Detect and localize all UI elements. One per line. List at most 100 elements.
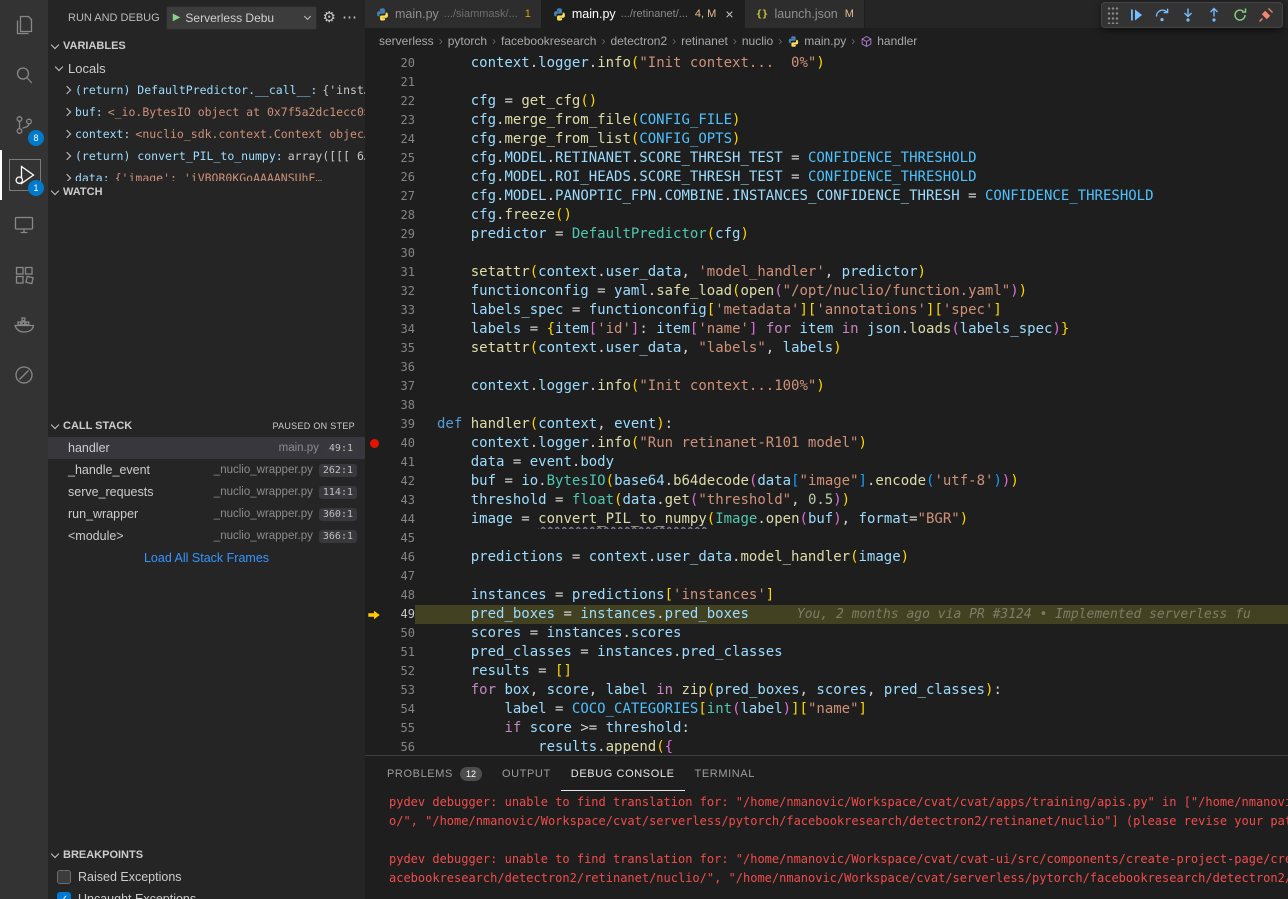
panel-tab-problems[interactable]: PROBLEMS12 bbox=[377, 756, 492, 791]
panel-tab-terminal[interactable]: TERMINAL bbox=[685, 756, 765, 791]
gutter-glyph-margin[interactable] bbox=[365, 320, 385, 339]
gutter-glyph-margin[interactable] bbox=[365, 491, 385, 510]
gutter-glyph-margin[interactable] bbox=[365, 738, 385, 755]
code-editor[interactable]: 20 context.logger.info("Init context... … bbox=[365, 54, 1288, 755]
variable-row[interactable]: (return) DefaultPredictor.__call__:{'ins… bbox=[48, 79, 365, 101]
gutter-glyph-margin[interactable] bbox=[365, 339, 385, 358]
variables-scope-row[interactable]: Locals bbox=[48, 57, 365, 79]
panel-tab-debug-console[interactable]: DEBUG CONSOLE bbox=[561, 756, 685, 791]
more-actions-icon[interactable]: ⋯ bbox=[342, 10, 357, 25]
activity-item-circle-tool[interactable] bbox=[0, 350, 48, 400]
breadcrumb-item[interactable]: handler bbox=[860, 34, 917, 48]
gear-icon[interactable]: ⚙ bbox=[323, 10, 336, 25]
breakpoint-checkbox[interactable] bbox=[57, 870, 71, 884]
breakpoint-dot[interactable] bbox=[370, 439, 379, 448]
gutter-glyph-margin[interactable] bbox=[365, 529, 385, 548]
code-line: 22 cfg = get_cfg() bbox=[365, 92, 1288, 111]
load-all-stack-frames-link[interactable]: Load All Stack Frames bbox=[48, 547, 365, 569]
gutter-glyph-margin[interactable] bbox=[365, 92, 385, 111]
variable-row[interactable]: data:{'image': 'iVBOR0KGoAAAANSUhE… bbox=[48, 167, 365, 181]
gutter-glyph-margin[interactable] bbox=[365, 206, 385, 225]
debug-continue-button[interactable] bbox=[1123, 3, 1148, 27]
debug-step-out-button[interactable] bbox=[1201, 3, 1226, 27]
variable-row[interactable]: context:<nuclio_sdk.context.Context obje… bbox=[48, 123, 365, 145]
editor-tab[interactable]: main.py.../siammask/...1 bbox=[365, 0, 542, 28]
gutter-glyph-margin[interactable] bbox=[365, 567, 385, 586]
breadcrumb-item[interactable]: pytorch bbox=[448, 34, 487, 48]
breakpoint-checkbox[interactable]: ✓ bbox=[57, 892, 71, 899]
gutter-glyph-margin[interactable] bbox=[365, 244, 385, 263]
debug-config-dropdown[interactable]: ▶ Serverless Debu bbox=[166, 6, 317, 30]
activity-item-search[interactable] bbox=[0, 50, 48, 100]
breadcrumb-item[interactable]: main.py bbox=[787, 34, 846, 48]
debug-restart-button[interactable] bbox=[1227, 3, 1252, 27]
breadcrumb-item[interactable]: retinanet bbox=[681, 34, 728, 48]
stack-frame-row[interactable]: run_wrapper_nuclio_wrapper.py360:1 bbox=[48, 503, 365, 525]
gutter-glyph-margin[interactable] bbox=[365, 662, 385, 681]
gutter-glyph-margin[interactable] bbox=[365, 548, 385, 567]
gutter-glyph-margin[interactable] bbox=[365, 263, 385, 282]
code-line: 20 context.logger.info("Init context... … bbox=[365, 54, 1288, 73]
breadcrumb-label: handler bbox=[877, 34, 917, 48]
gutter-glyph-margin[interactable] bbox=[365, 643, 385, 662]
gutter-glyph-margin[interactable] bbox=[365, 586, 385, 605]
breakpoint-row[interactable]: ✓Uncaught Exceptions bbox=[48, 888, 365, 899]
stack-frame-row[interactable]: <module>_nuclio_wrapper.py366:1 bbox=[48, 525, 365, 547]
frame-file: main.py bbox=[279, 442, 319, 454]
variable-row[interactable]: buf:<_io.BytesIO object at 0x7f5a2dc1ecc… bbox=[48, 101, 365, 123]
activity-item-docker[interactable] bbox=[0, 300, 48, 350]
start-debugging-icon[interactable]: ▶ bbox=[173, 12, 181, 23]
gutter-glyph-margin[interactable] bbox=[365, 396, 385, 415]
gutter-glyph-margin[interactable] bbox=[365, 282, 385, 301]
breakpoints-section-header[interactable]: BREAKPOINTS bbox=[48, 844, 365, 866]
activity-item-run-and-debug[interactable]: 1 bbox=[0, 150, 48, 200]
gutter-glyph-margin[interactable] bbox=[365, 130, 385, 149]
gutter-glyph-margin[interactable] bbox=[365, 377, 385, 396]
activity-item-remote-explorer[interactable] bbox=[0, 200, 48, 250]
drag-handle[interactable] bbox=[1107, 6, 1119, 24]
debug-step-into-button[interactable] bbox=[1175, 3, 1200, 27]
editor-tab[interactable]: {}launch.jsonM bbox=[745, 0, 865, 28]
close-icon[interactable]: × bbox=[725, 7, 733, 21]
breadcrumb-item[interactable]: facebookresearch bbox=[501, 34, 596, 48]
gutter-glyph-margin[interactable] bbox=[365, 510, 385, 529]
breakpoint-row[interactable]: Raised Exceptions bbox=[48, 866, 365, 888]
breadcrumb-item[interactable]: nuclio bbox=[742, 34, 773, 48]
watch-section-header[interactable]: WATCH bbox=[48, 181, 365, 203]
debug-step-over-button[interactable] bbox=[1149, 3, 1174, 27]
gutter-glyph-margin[interactable] bbox=[365, 111, 385, 130]
gutter-glyph-margin[interactable] bbox=[365, 700, 385, 719]
gutter-glyph-margin[interactable] bbox=[365, 73, 385, 92]
gutter-glyph-margin[interactable] bbox=[365, 358, 385, 377]
variable-row[interactable]: (return) convert_PIL_to_numpy:array([[[ … bbox=[48, 145, 365, 167]
gutter-glyph-margin[interactable] bbox=[365, 624, 385, 643]
gutter-glyph-margin[interactable] bbox=[365, 453, 385, 472]
activity-item-extensions[interactable] bbox=[0, 250, 48, 300]
debug-disconnect-button[interactable] bbox=[1253, 3, 1278, 27]
editor-tab[interactable]: main.py.../retinanet/...4, M× bbox=[542, 0, 745, 28]
gutter-glyph-margin[interactable] bbox=[365, 415, 385, 434]
gutter-glyph-margin[interactable] bbox=[365, 225, 385, 244]
code-line: 31 setattr(context.user_data, 'model_han… bbox=[365, 263, 1288, 282]
stack-frame-row[interactable]: handlermain.py49:1 bbox=[48, 437, 365, 459]
gutter-glyph-margin[interactable] bbox=[365, 472, 385, 491]
activity-item-explorer[interactable] bbox=[0, 0, 48, 50]
debug-console-output[interactable]: pydev debugger: unable to find translati… bbox=[365, 791, 1288, 899]
gutter-glyph-margin[interactable] bbox=[365, 681, 385, 700]
call-stack-section-header[interactable]: CALL STACK PAUSED ON STEP bbox=[48, 415, 365, 437]
gutter-glyph-margin[interactable] bbox=[365, 54, 385, 73]
gutter-glyph-margin[interactable] bbox=[365, 168, 385, 187]
stack-frame-row[interactable]: serve_requests_nuclio_wrapper.py114:1 bbox=[48, 481, 365, 503]
gutter-glyph-margin[interactable] bbox=[365, 149, 385, 168]
breadcrumb-item[interactable]: serverless bbox=[379, 34, 434, 48]
gutter-glyph-margin[interactable] bbox=[365, 605, 385, 624]
gutter-glyph-margin[interactable] bbox=[365, 187, 385, 206]
gutter-glyph-margin[interactable] bbox=[365, 719, 385, 738]
panel-tab-output[interactable]: OUTPUT bbox=[492, 756, 561, 791]
gutter-glyph-margin[interactable] bbox=[365, 301, 385, 320]
stack-frame-row[interactable]: _handle_event_nuclio_wrapper.py262:1 bbox=[48, 459, 365, 481]
gutter-glyph-margin[interactable] bbox=[365, 434, 385, 453]
activity-item-source-control[interactable]: 8 bbox=[0, 100, 48, 150]
breadcrumb-item[interactable]: detectron2 bbox=[610, 34, 667, 48]
variables-section-header[interactable]: VARIABLES bbox=[48, 35, 365, 57]
